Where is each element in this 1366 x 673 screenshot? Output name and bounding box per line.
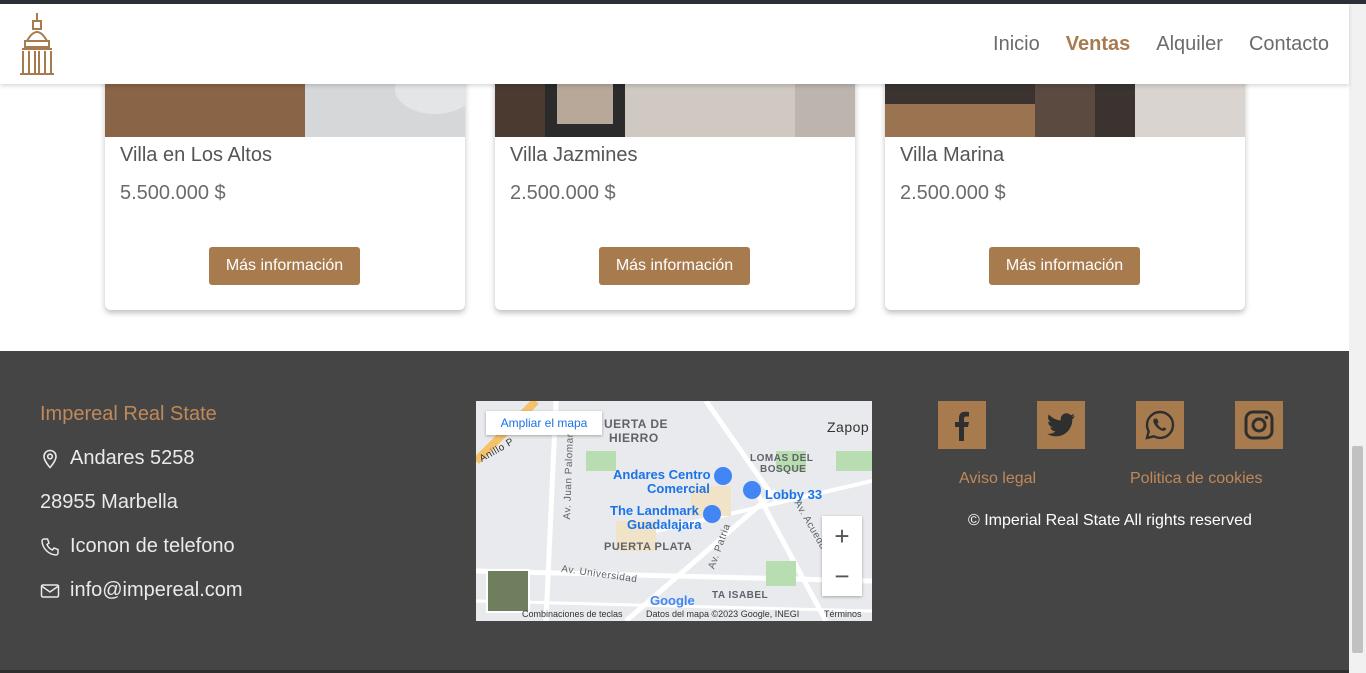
nav-inicio[interactable]: Inicio bbox=[993, 33, 1040, 56]
footer-email: info@impereal.com bbox=[40, 579, 243, 602]
phone-icon bbox=[41, 537, 59, 556]
listings-section: Villa en Los Altos 5.500.000 $ Más infor… bbox=[0, 74, 1349, 351]
city-text: 28955 Marbella bbox=[40, 491, 178, 513]
listing-card: Villa Jazmines 2.500.000 $ Más informaci… bbox=[495, 74, 855, 310]
map-data-text: Datos del mapa ©2023 Google, INEGI bbox=[646, 609, 800, 619]
listing-title: Villa Marina bbox=[900, 144, 1005, 166]
map-label: Zapop bbox=[827, 419, 870, 435]
footer-address: Andares 5258 bbox=[40, 447, 195, 470]
map-label: UERTA DE bbox=[604, 417, 668, 431]
map-zoom-controls: + − bbox=[822, 516, 862, 596]
scrollbar-thumb[interactable] bbox=[1352, 446, 1363, 653]
more-info-button[interactable]: Más información bbox=[599, 247, 750, 285]
listing-title: Villa Jazmines bbox=[510, 144, 638, 166]
terms-link[interactable]: Términos bbox=[824, 609, 862, 619]
instagram-icon[interactable] bbox=[1235, 401, 1283, 449]
listing-price: 2.500.000 $ bbox=[510, 182, 616, 204]
footer-city: 28955 Marbella bbox=[40, 491, 178, 514]
map-label: PUERTA PLATA bbox=[604, 541, 693, 553]
map-pin-icon bbox=[43, 449, 57, 469]
enlarge-map-button[interactable]: Ampliar el mapa bbox=[486, 411, 602, 435]
site-header: Inicio Ventas Alquiler Contacto bbox=[0, 4, 1349, 84]
twitter-icon[interactable] bbox=[1037, 401, 1085, 449]
footer-brand: Impereal Real State bbox=[40, 403, 217, 425]
map-poi[interactable]: The Landmark bbox=[610, 503, 699, 518]
listing-price: 5.500.000 $ bbox=[120, 182, 226, 204]
listing-title: Villa en Los Altos bbox=[120, 144, 272, 166]
address-text: Andares 5258 bbox=[70, 447, 195, 469]
keyboard-shortcuts-link[interactable]: Combinaciones de teclas bbox=[522, 609, 623, 619]
more-info-button[interactable]: Más información bbox=[989, 247, 1140, 285]
email-text[interactable]: info@impereal.com bbox=[70, 579, 243, 602]
google-logo: Google bbox=[650, 593, 695, 608]
map-label: BOSQUE bbox=[760, 464, 807, 475]
listing-card: Villa Marina 2.500.000 $ Más información bbox=[885, 74, 1245, 310]
map-label: LOMAS DEL bbox=[750, 453, 814, 464]
embedded-map[interactable]: Ampliar el mapa UERTA DE HIERRO Zapop LO… bbox=[476, 401, 872, 621]
more-info-button[interactable]: Más información bbox=[209, 247, 360, 285]
zoom-in-button[interactable]: + bbox=[822, 516, 862, 556]
map-poi[interactable]: Andares Centro bbox=[613, 467, 711, 482]
footer-phone: Iconon de telefono bbox=[40, 535, 235, 558]
map-poi[interactable]: Comercial bbox=[647, 481, 710, 496]
listing-price: 2.500.000 $ bbox=[900, 182, 1006, 204]
copyright-text: © Imperial Real State All rights reserve… bbox=[968, 512, 1252, 529]
phone-text: Iconon de telefono bbox=[70, 535, 235, 557]
cookies-policy-link[interactable]: Politica de cookies bbox=[1130, 470, 1263, 488]
main-nav: Inicio Ventas Alquiler Contacto bbox=[993, 4, 1329, 84]
map-footer: Google Combinaciones de teclas Datos del… bbox=[476, 593, 872, 621]
mail-icon bbox=[40, 583, 60, 598]
nav-contacto[interactable]: Contacto bbox=[1249, 33, 1329, 56]
whatsapp-icon[interactable] bbox=[1136, 401, 1184, 449]
building-logo-icon[interactable] bbox=[19, 13, 55, 75]
map-poi[interactable]: Lobby 33 bbox=[765, 487, 822, 502]
listing-card: Villa en Los Altos 5.500.000 $ Más infor… bbox=[105, 74, 465, 310]
map-label: TA ISABEL bbox=[712, 590, 769, 601]
site-footer: Impereal Real State Andares 5258 28955 M… bbox=[0, 351, 1349, 673]
map-label: HIERRO bbox=[609, 431, 659, 445]
zoom-out-button[interactable]: − bbox=[822, 556, 862, 596]
facebook-icon[interactable] bbox=[938, 401, 986, 449]
nav-alquiler[interactable]: Alquiler bbox=[1156, 33, 1223, 56]
map-poi[interactable]: Guadalajara bbox=[627, 517, 701, 532]
nav-ventas[interactable]: Ventas bbox=[1066, 33, 1130, 56]
legal-notice-link[interactable]: Aviso legal bbox=[959, 470, 1036, 488]
